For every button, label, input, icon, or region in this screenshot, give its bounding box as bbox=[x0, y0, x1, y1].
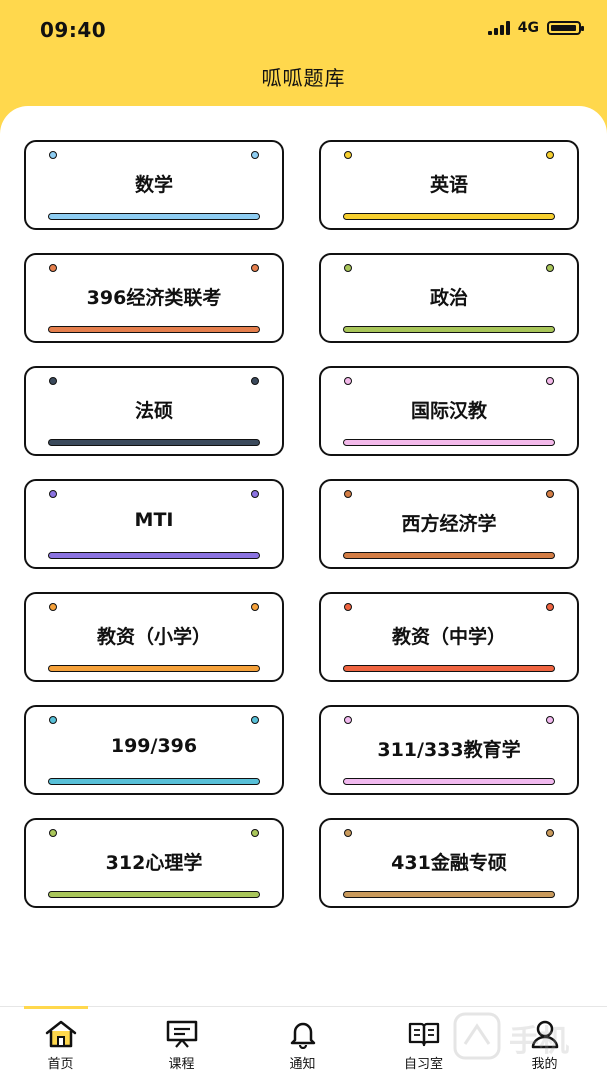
open-book-icon bbox=[408, 1022, 439, 1047]
card-dot bbox=[251, 264, 259, 272]
subject-grid: 数学 英语 396经济类联考 政治法硕 国际汉教 MTI 西方经济学教资（小学） 教资（中学）… bbox=[0, 106, 607, 1006]
subject-label: 199/396 bbox=[110, 735, 198, 757]
card-dot bbox=[49, 603, 57, 611]
card-dot bbox=[546, 603, 554, 611]
subject-card[interactable]: 311/333教育学 bbox=[319, 705, 579, 795]
tab-notifications[interactable]: 通知 bbox=[242, 1007, 363, 1081]
card-color-bar bbox=[48, 326, 260, 333]
signal-strength-icon bbox=[487, 21, 510, 35]
card-color-bar bbox=[48, 891, 260, 898]
card-dot bbox=[546, 490, 554, 498]
subject-card[interactable]: MTI bbox=[24, 479, 284, 569]
card-dot bbox=[49, 490, 57, 498]
subject-label: 数学 bbox=[134, 174, 173, 196]
subject-card[interactable]: 数学 bbox=[24, 140, 284, 230]
subject-label: 政治 bbox=[429, 287, 468, 309]
subject-card[interactable]: 教资（小学） bbox=[24, 592, 284, 682]
tab-home[interactable]: 首页 bbox=[0, 1006, 121, 1081]
tab-profile[interactable]: 我的 bbox=[484, 1007, 605, 1081]
card-color-bar bbox=[48, 439, 260, 446]
card-color-bar bbox=[343, 778, 555, 785]
card-color-bar bbox=[48, 665, 260, 672]
card-dot bbox=[546, 716, 554, 724]
card-dot bbox=[344, 264, 352, 272]
subject-label: 431金融专硕 bbox=[391, 852, 507, 874]
page-title: 呱呱题库 bbox=[261, 66, 346, 90]
card-dot bbox=[251, 716, 259, 724]
card-color-bar bbox=[343, 665, 555, 672]
battery-icon bbox=[547, 21, 584, 35]
subject-label: 国际汉教 bbox=[410, 400, 487, 422]
bell-icon bbox=[290, 1022, 315, 1049]
subject-label: 西方经济学 bbox=[401, 513, 497, 535]
tab-label-study-room: 自习室 bbox=[403, 1057, 443, 1072]
subject-card[interactable]: 教资（中学） bbox=[319, 592, 579, 682]
tab-label-notifications: 通知 bbox=[289, 1057, 316, 1072]
card-dot bbox=[546, 829, 554, 837]
card-dot bbox=[49, 151, 57, 159]
card-color-bar bbox=[343, 213, 555, 220]
status-time: 09:40 bbox=[40, 18, 107, 42]
subject-label: 教资（中学） bbox=[391, 626, 506, 648]
subject-card[interactable]: 政治 bbox=[319, 253, 579, 343]
card-dot bbox=[344, 716, 352, 724]
status-indicators: 4G bbox=[487, 20, 584, 36]
user-icon bbox=[531, 1020, 558, 1049]
card-dot bbox=[49, 377, 57, 385]
subject-label: 311/333教育学 bbox=[377, 739, 521, 761]
subject-card[interactable]: 英语 bbox=[319, 140, 579, 230]
card-color-bar bbox=[48, 778, 260, 785]
subject-card[interactable]: 法硕 bbox=[24, 366, 284, 456]
subject-label: 教资（小学） bbox=[96, 626, 211, 648]
card-dot bbox=[251, 151, 259, 159]
tab-label-home: 首页 bbox=[47, 1057, 74, 1072]
card-color-bar bbox=[343, 439, 555, 446]
active-tab-indicator bbox=[24, 1006, 88, 1009]
card-color-bar bbox=[343, 326, 555, 333]
bottom-tab-bar: 首页 课程 通知 自习室 我的 bbox=[0, 1006, 607, 1081]
subject-label: 英语 bbox=[429, 174, 468, 196]
card-dot bbox=[251, 603, 259, 611]
card-dot bbox=[49, 829, 57, 837]
card-dot bbox=[251, 490, 259, 498]
card-dot bbox=[251, 829, 259, 837]
card-dot bbox=[251, 377, 259, 385]
card-dot bbox=[546, 151, 554, 159]
subject-label: 396经济类联考 bbox=[86, 287, 222, 309]
tab-study-room[interactable]: 自习室 bbox=[363, 1007, 484, 1081]
tab-label-courses: 课程 bbox=[168, 1057, 195, 1072]
subject-card[interactable]: 199/396 bbox=[24, 705, 284, 795]
subject-card[interactable]: 396经济类联考 bbox=[24, 253, 284, 343]
subject-label: 312心理学 bbox=[105, 852, 203, 874]
card-dot bbox=[546, 377, 554, 385]
card-dot bbox=[49, 716, 57, 724]
tab-label-profile: 我的 bbox=[531, 1057, 558, 1072]
card-dot bbox=[344, 490, 352, 498]
card-dot bbox=[546, 264, 554, 272]
card-dot bbox=[344, 829, 352, 837]
card-color-bar bbox=[48, 213, 260, 220]
subject-card[interactable]: 431金融专硕 bbox=[319, 818, 579, 908]
subject-label: 法硕 bbox=[134, 400, 173, 422]
card-dot bbox=[344, 603, 352, 611]
subject-card[interactable]: 国际汉教 bbox=[319, 366, 579, 456]
card-dot bbox=[344, 151, 352, 159]
tab-courses[interactable]: 课程 bbox=[121, 1007, 242, 1081]
presentation-board-icon bbox=[166, 1020, 197, 1048]
card-color-bar bbox=[343, 552, 555, 559]
card-color-bar bbox=[48, 552, 260, 559]
network-type: 4G bbox=[517, 20, 539, 36]
card-dot bbox=[344, 377, 352, 385]
card-dot bbox=[49, 264, 57, 272]
subject-label: MTI bbox=[134, 509, 174, 531]
subject-card[interactable]: 312心理学 bbox=[24, 818, 284, 908]
subject-card[interactable]: 西方经济学 bbox=[319, 479, 579, 569]
status-bar: 09:40 4G bbox=[0, 0, 607, 58]
home-icon bbox=[45, 1020, 76, 1048]
card-color-bar bbox=[343, 891, 555, 898]
